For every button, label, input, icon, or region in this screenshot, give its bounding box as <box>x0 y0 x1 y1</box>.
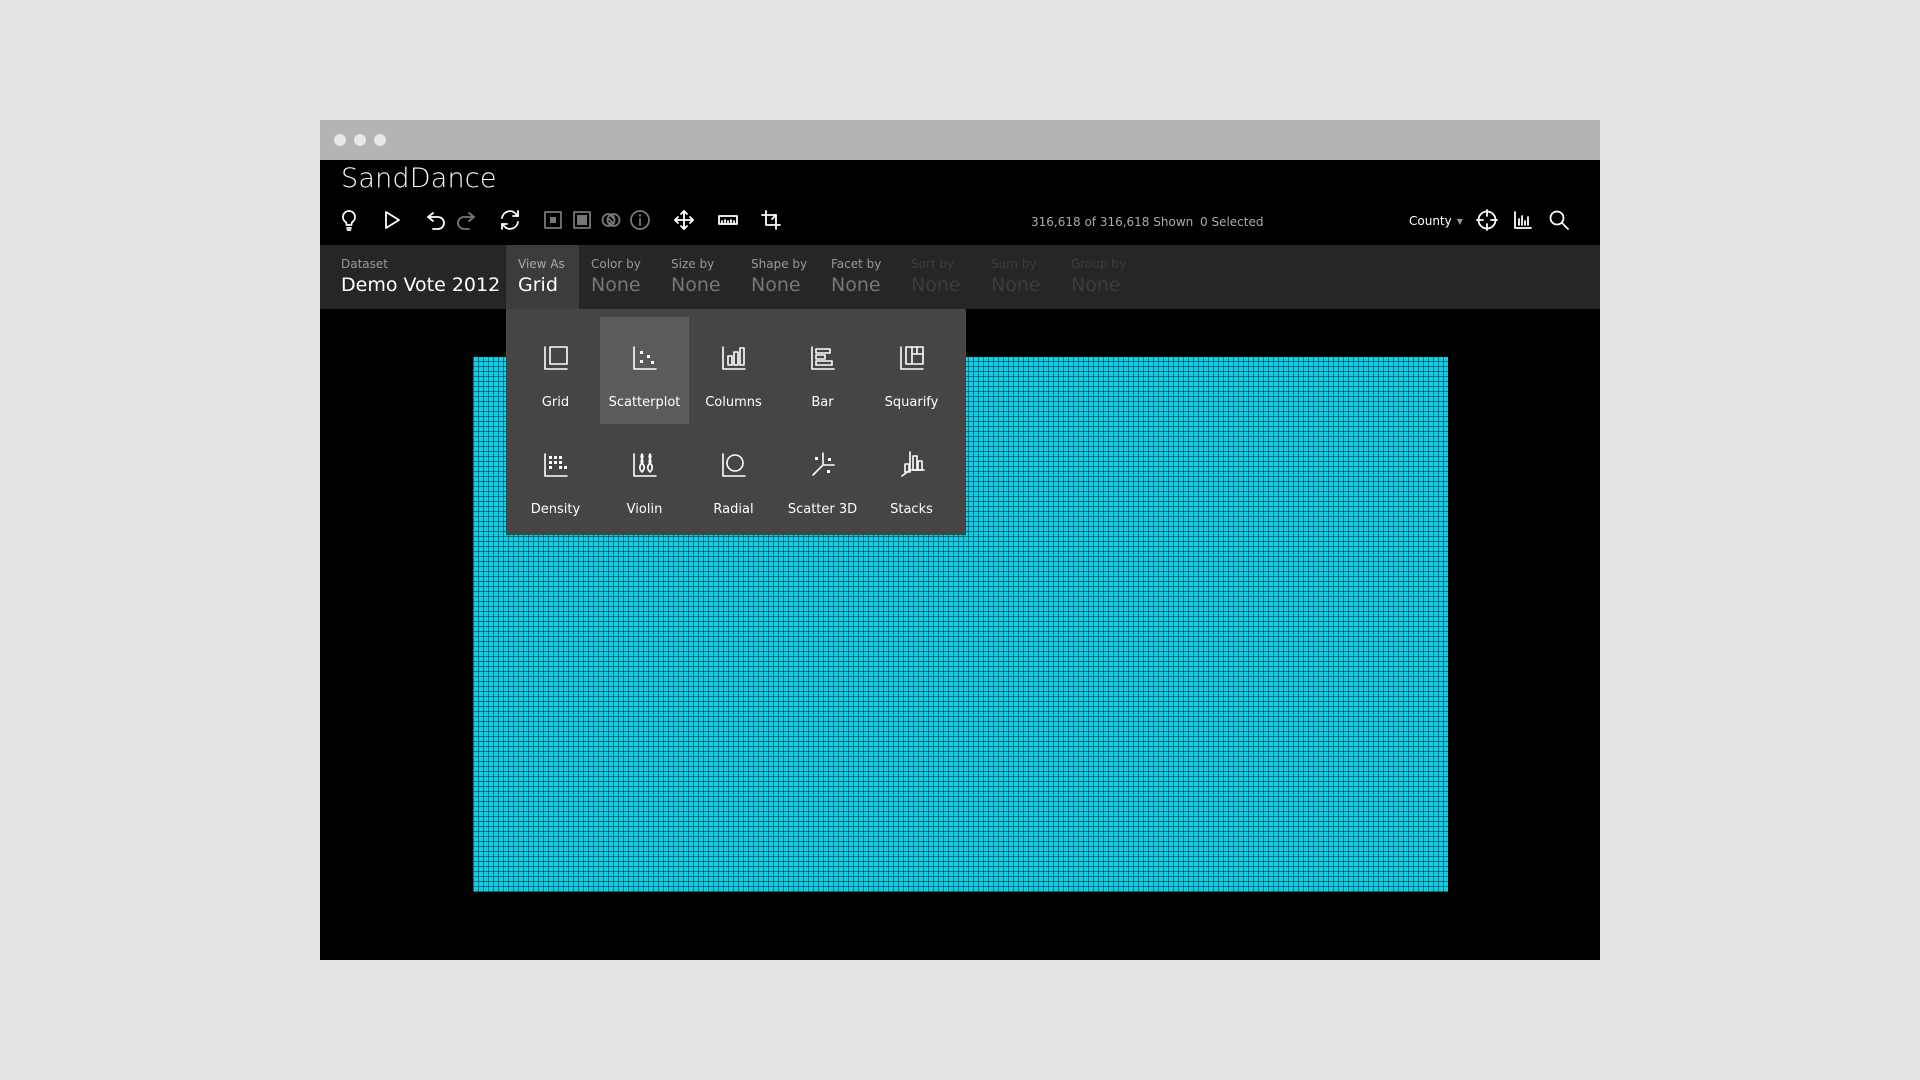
sort-by-control: Sort by None <box>911 245 971 309</box>
columns-icon <box>719 343 749 373</box>
view-option-label: Bar <box>811 395 834 410</box>
window-minimize-button[interactable] <box>354 134 366 146</box>
select-filled-icon[interactable] <box>567 205 597 235</box>
sum-by-value: None <box>991 274 1041 296</box>
radial-icon <box>719 450 749 480</box>
view-option-bar[interactable]: Bar <box>778 317 867 424</box>
dataset-value: Demo Vote 2012 <box>341 274 501 296</box>
violin-icon <box>630 450 660 480</box>
view-option-density[interactable]: Density <box>511 424 600 531</box>
view-option-radial[interactable]: Radial <box>689 424 778 531</box>
undo-icon[interactable] <box>421 205 451 235</box>
select-rectangle-icon[interactable] <box>538 205 568 235</box>
view-option-label: Columns <box>705 395 762 410</box>
refresh-icon[interactable] <box>495 205 525 235</box>
chart-icon[interactable] <box>1508 205 1538 235</box>
scatter-3d-icon <box>808 450 838 480</box>
view-option-label: Grid <box>541 395 570 410</box>
view-option-label: Stacks <box>890 502 933 517</box>
shape-by-value: None <box>751 274 801 296</box>
selected-count: 0 Selected <box>1200 215 1264 229</box>
view-option-label: Violin <box>626 502 663 517</box>
color-by-label: Color by <box>591 257 641 271</box>
view-option-columns[interactable]: Columns <box>689 317 778 424</box>
group-by-value: None <box>1071 274 1121 296</box>
county-dropdown-label: County <box>1409 214 1452 228</box>
size-by-value: None <box>671 274 721 296</box>
window-maximize-button[interactable] <box>374 134 386 146</box>
crosshair-icon[interactable] <box>1472 205 1502 235</box>
chevron-down-icon: ▼ <box>1456 216 1463 226</box>
window-titlebar <box>320 120 1600 160</box>
info-icon[interactable] <box>625 205 655 235</box>
facet-by-control[interactable]: Facet by None <box>831 245 891 309</box>
app-title: SandDance <box>341 163 497 194</box>
sum-by-label: Sum by <box>991 257 1037 271</box>
view-option-scatterplot[interactable]: Scatterplot <box>600 317 689 424</box>
play-icon[interactable] <box>377 205 407 235</box>
view-as-dropdown: Grid Scatterplot Columns Bar Squarify De… <box>506 309 966 535</box>
view-option-stacks[interactable]: Stacks <box>867 424 956 531</box>
view-as-control[interactable]: View As Grid <box>506 245 579 309</box>
density-icon <box>541 450 571 480</box>
filter-overlap-icon[interactable] <box>596 205 626 235</box>
shown-count: 316,618 of 316,618 Shown <box>1031 215 1194 229</box>
grid-icon <box>541 343 571 373</box>
view-option-grid[interactable]: Grid <box>511 317 600 424</box>
size-by-control[interactable]: Size by None <box>671 245 731 309</box>
size-by-label: Size by <box>671 257 715 271</box>
group-by-control: Group by None <box>1071 245 1131 309</box>
facet-by-value: None <box>831 274 881 296</box>
view-option-scatter-3d[interactable]: Scatter 3D <box>778 424 867 531</box>
search-icon[interactable] <box>1544 205 1574 235</box>
sort-by-label: Sort by <box>911 257 955 271</box>
county-dropdown[interactable]: County ▼ <box>1409 214 1463 228</box>
ruler-icon[interactable] <box>713 205 743 235</box>
crop-icon[interactable] <box>756 205 786 235</box>
view-option-squarify[interactable]: Squarify <box>867 317 956 424</box>
bar-icon <box>808 343 838 373</box>
facet-by-label: Facet by <box>831 257 882 271</box>
sum-by-control: Sum by None <box>991 245 1051 309</box>
window-close-button[interactable] <box>334 134 346 146</box>
squarify-icon <box>897 343 927 373</box>
move-icon[interactable] <box>669 205 699 235</box>
view-option-label: Density <box>530 502 581 517</box>
stacks-icon <box>897 450 927 480</box>
scatterplot-icon <box>630 343 660 373</box>
color-by-value: None <box>591 274 641 296</box>
shape-by-control[interactable]: Shape by None <box>751 245 811 309</box>
control-bar: Dataset Demo Vote 2012 View As Grid Colo… <box>320 245 1600 309</box>
view-option-label: Radial <box>713 502 754 517</box>
dataset-control[interactable]: Dataset Demo Vote 2012 <box>341 245 500 309</box>
shape-by-label: Shape by <box>751 257 808 271</box>
lightbulb-icon[interactable] <box>334 205 364 235</box>
view-option-label: Scatter 3D <box>787 502 858 517</box>
view-as-value: Grid <box>518 274 558 296</box>
sort-by-value: None <box>911 274 961 296</box>
view-as-label: View As <box>518 257 565 271</box>
dataset-label: Dataset <box>341 257 388 271</box>
app-window: SandDance 316,618 of 316,618 Shown 0 Sel… <box>320 120 1600 960</box>
color-by-control[interactable]: Color by None <box>591 245 651 309</box>
group-by-label: Group by <box>1071 257 1127 271</box>
view-option-label: Scatterplot <box>608 395 681 410</box>
view-option-violin[interactable]: Violin <box>600 424 689 531</box>
redo-icon[interactable] <box>451 205 481 235</box>
view-option-label: Squarify <box>884 395 939 410</box>
